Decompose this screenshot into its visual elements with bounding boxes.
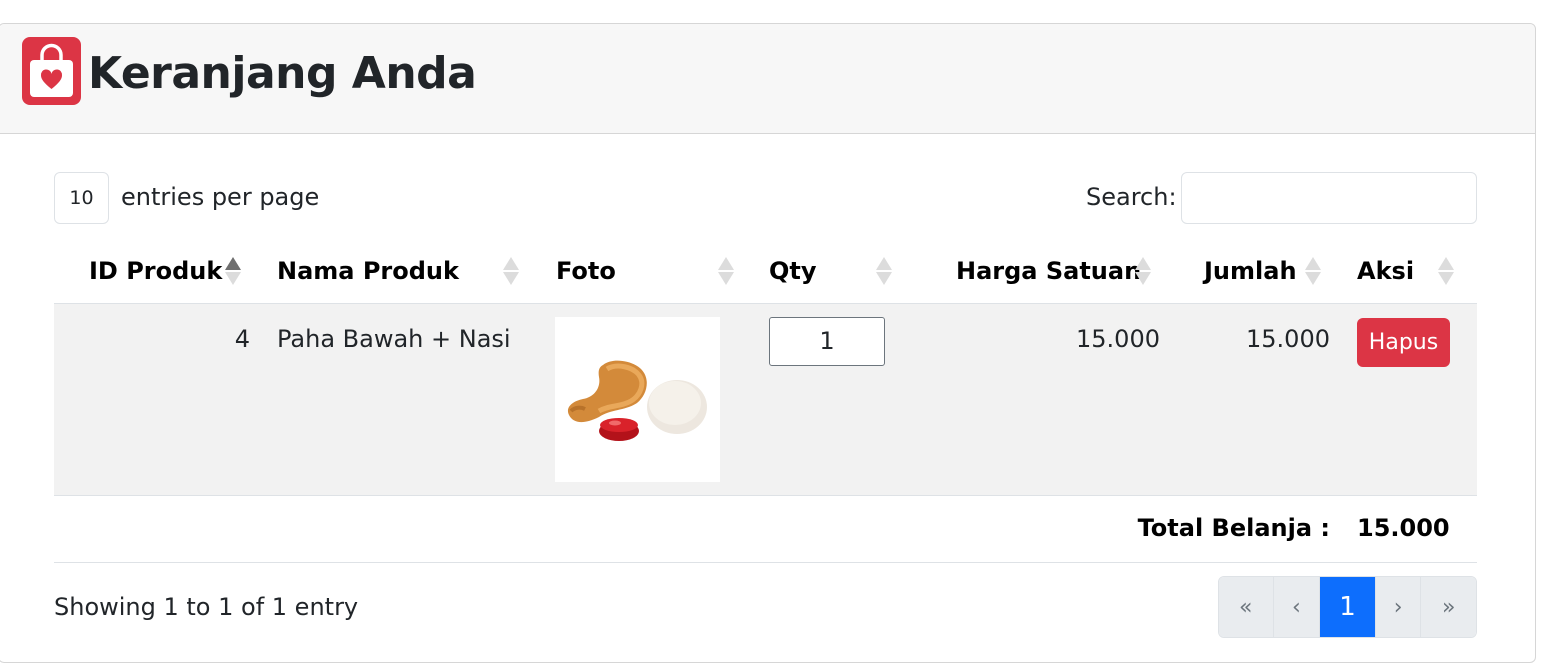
column-header-aksi[interactable]: Aksi	[1357, 255, 1414, 287]
card-header: Keranjang Anda	[0, 24, 1535, 134]
sort-icon[interactable]	[876, 255, 894, 287]
delete-button[interactable]: Hapus	[1357, 318, 1450, 367]
next-page-button[interactable]: ›	[1375, 577, 1422, 637]
previous-page-button[interactable]: ‹	[1273, 577, 1321, 637]
first-page-button[interactable]: «	[1219, 577, 1274, 637]
table-info: Showing 1 to 1 of 1 entry	[54, 593, 359, 621]
column-header-foto[interactable]: Foto	[556, 255, 616, 287]
pagination: « ‹ 1 › »	[1218, 576, 1477, 638]
page-1-button[interactable]: 1	[1320, 577, 1376, 637]
sort-icon[interactable]	[718, 255, 736, 287]
sort-asc-icon[interactable]	[225, 255, 243, 287]
sort-icon[interactable]	[1438, 255, 1456, 287]
table-footer-divider	[54, 562, 1477, 563]
sort-icon[interactable]	[1305, 255, 1323, 287]
column-header-jumlah[interactable]: Jumlah	[1204, 255, 1297, 287]
search-label: Search:	[1086, 183, 1177, 211]
cell-harga-satuan: 15.000	[1076, 325, 1160, 353]
column-header-qty[interactable]: Qty	[769, 255, 817, 287]
cell-nama-produk: Paha Bawah + Nasi	[277, 325, 511, 353]
column-header-nama-produk[interactable]: Nama Produk	[277, 255, 459, 287]
entries-per-page-select[interactable]: 10	[54, 172, 109, 224]
column-header-harga-satuan[interactable]: Harga Satuan	[956, 255, 1141, 287]
table-row-divider	[54, 495, 1477, 496]
total-belanja-value: 15.000	[1357, 514, 1450, 542]
sort-icon[interactable]	[1135, 255, 1153, 287]
shopping-bag-heart-icon	[22, 37, 81, 105]
entries-per-page-label: entries per page	[121, 183, 320, 211]
column-header-id-produk[interactable]: ID Produk	[89, 255, 222, 287]
last-page-button[interactable]: »	[1421, 577, 1476, 637]
qty-input[interactable]: 1	[769, 317, 885, 366]
cell-jumlah: 15.000	[1246, 325, 1330, 353]
total-belanja-label: Total Belanja :	[1137, 514, 1330, 542]
sort-icon[interactable]	[503, 255, 521, 287]
product-photo	[555, 317, 720, 482]
search-input[interactable]	[1181, 172, 1477, 224]
page-title: Keranjang Anda	[88, 48, 477, 99]
cell-id-produk: 4	[234, 325, 250, 353]
